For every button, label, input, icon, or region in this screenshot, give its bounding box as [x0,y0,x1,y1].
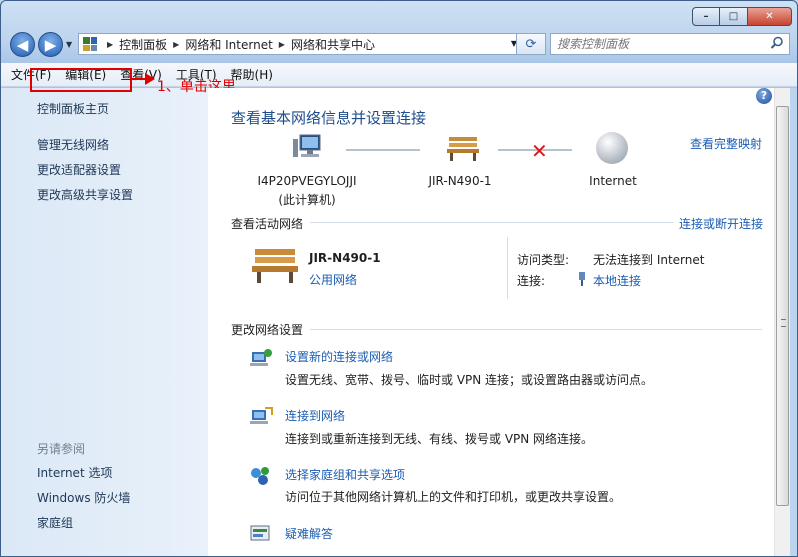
help-icon[interactable]: ? [756,88,772,104]
caption-buttons: – □ ✕ [692,7,792,26]
computer-node-label: I4P20PVEGYLOJJI (此计算机) [240,174,374,208]
section-divider [310,329,762,330]
homegroup-sharing-link[interactable]: 选择家庭组和共享选项 [285,466,405,483]
window-right-border [790,88,797,556]
new-connection-icon [250,349,272,366]
minimize-button[interactable]: – [692,7,720,26]
windows-firewall-link[interactable]: Windows 防火墙 [37,489,130,506]
globe-icon [596,132,628,164]
forward-button[interactable]: ▶ [38,32,63,57]
back-button[interactable]: ◀ [10,32,35,57]
scroll-grip-icon [781,319,786,327]
public-network-bench-icon [252,249,298,283]
setup-new-connection-link[interactable]: 设置新的连接或网络 [285,348,393,365]
search-icon[interactable] [770,36,784,50]
connect-network-icon [250,407,273,424]
maximize-button[interactable]: □ [720,7,748,26]
scrollbar-thumb[interactable] [776,106,789,506]
breadcrumb-sharing-center[interactable]: 网络和共享中心 [291,36,375,53]
computer-icon [293,134,321,157]
homegroup-link[interactable]: 家庭组 [37,514,73,531]
search-input[interactable] [551,34,761,54]
connect-to-network-link[interactable]: 连接到网络 [285,407,345,424]
link-line-computer [346,149,420,151]
bench-icon [447,137,479,161]
change-settings-heading: 更改网络设置 [231,323,304,337]
see-full-map-link[interactable]: 查看完整映射 [690,135,762,152]
troubleshoot-icon [250,525,270,541]
connect-disconnect-link[interactable]: 连接或断开连接 [679,215,763,232]
control-panel-icon [83,37,97,51]
search-box[interactable] [550,33,790,55]
close-button[interactable]: ✕ [748,7,792,26]
connection-label: 连接: [517,274,546,288]
page-title: 查看基本网络信息并设置连接 [231,109,427,127]
vertical-scrollbar[interactable] [774,88,790,556]
internet-node-label: Internet [589,174,637,188]
setup-new-connection-desc: 设置无线、宽带、拨号、临时或 VPN 连接；或设置路由器或访问点。 [285,373,654,387]
address-row: ◀ ▶ ▼ ▶ 控制面板 ▶ 网络和 Internet ▶ 网络和共享中心 ▼ … [8,31,790,57]
homegroup-sharing-desc: 访问位于其他网络计算机上的文件和打印机，或更改共享设置。 [285,490,622,504]
internet-options-link[interactable]: Internet 选项 [37,464,112,481]
change-advanced-sharing-link[interactable]: 更改高级共享设置 [37,186,133,203]
section-divider [310,222,674,223]
network-type-link[interactable]: 公用网络 [309,271,357,288]
troubleshoot-link[interactable]: 疑难解答 [285,525,333,542]
computer-name: I4P20PVEGYLOJJI [257,174,357,188]
local-connection-link[interactable]: 本地连接 [593,272,641,289]
recent-pages-dropdown-icon[interactable]: ▼ [66,40,72,49]
network-node-label: JIR-N490-1 [428,174,492,188]
annotation-highlight-box [30,68,132,92]
breadcrumb-separator-icon: ▶ [278,39,285,49]
left-pane: 控制面板主页 管理无线网络 更改适配器设置 更改高级共享设置 另请参阅 Inte… [1,88,208,556]
access-type-label: 访问类型: [517,253,570,267]
breadcrumb-separator-icon: ▶ [107,39,114,49]
breadcrumb-control-panel[interactable]: 控制面板 [119,36,167,53]
see-also-heading: 另请参阅 [37,442,86,456]
vertical-divider [507,237,508,299]
refresh-icon: ⟳ [525,36,537,52]
active-network-name: JIR-N490-1 [309,251,381,265]
breadcrumb-network-internet[interactable]: 网络和 Internet [185,36,272,53]
refresh-button[interactable]: ⟳ [516,33,546,55]
homegroup-icon [251,467,269,485]
connect-to-network-desc: 连接到或重新连接到无线、有线、拨号或 VPN 网络连接。 [285,432,594,446]
no-connection-x-icon: ✕ [531,139,548,163]
manage-wireless-link[interactable]: 管理无线网络 [37,136,109,153]
menu-help[interactable]: 帮助(H) [231,66,273,83]
ethernet-icon [579,272,585,286]
breadcrumb-separator-icon: ▶ [173,39,180,49]
address-bar[interactable]: ▶ 控制面板 ▶ 网络和 Internet ▶ 网络和共享中心 ▼ [78,33,524,55]
active-networks-heading: 查看活动网络 [231,217,304,231]
annotation-arrowhead [145,73,155,85]
access-type-value: 无法连接到 Internet [593,253,705,267]
control-panel-home-link[interactable]: 控制面板主页 [37,100,109,117]
computer-sub-label: (此计算机) [278,193,336,207]
change-adapter-settings-link[interactable]: 更改适配器设置 [37,161,121,178]
